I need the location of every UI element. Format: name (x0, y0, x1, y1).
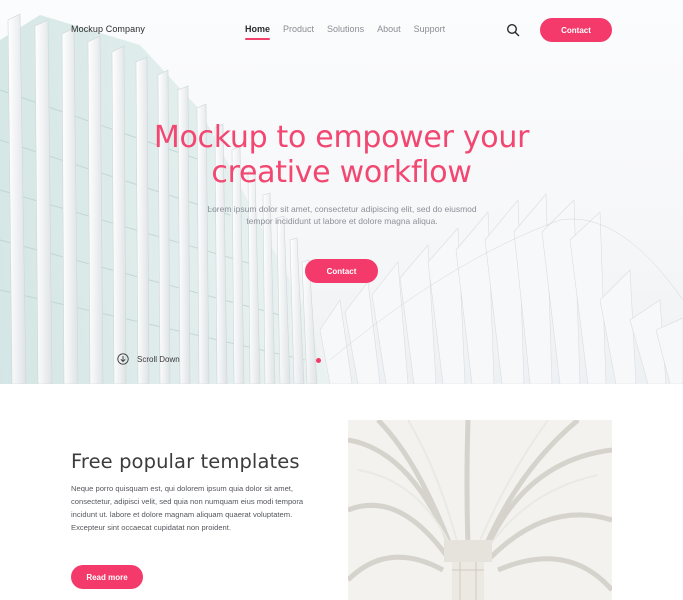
feature-body: Neque porro quisquam est, qui dolorem ip… (71, 484, 304, 532)
nav-item-home[interactable]: Home (245, 24, 271, 40)
nav-item-product[interactable]: Product (283, 24, 314, 40)
nav-contact-button[interactable]: Contact (540, 18, 612, 42)
hero-subline: Lorem ipsum dolor sit amet, consectetur … (207, 204, 477, 226)
scroll-down-label: Scroll Down (137, 354, 180, 364)
top-navigation: Mockup Company Home Product Solutions Ab… (0, 0, 683, 60)
hero-contact-button[interactable]: Contact (305, 259, 378, 283)
nav-item-support[interactable]: Support (414, 24, 446, 40)
nav-item-solutions[interactable]: Solutions (327, 24, 364, 40)
read-more-button[interactable]: Read more (71, 565, 143, 589)
scroll-down-link[interactable]: Scroll Down (117, 353, 180, 365)
slide-indicator-dot[interactable] (316, 358, 321, 363)
brand-logo[interactable]: Mockup Company (71, 24, 145, 34)
nav-item-about[interactable]: About (377, 24, 401, 40)
hero-section: Mockup Company Home Product Solutions Ab… (0, 0, 683, 384)
cathedral-vault-image (348, 420, 612, 600)
feature-title: Free popular templates (71, 450, 300, 473)
main-menu: Home Product Solutions About Support (245, 24, 458, 40)
hero-headline: Mockup to empower your creative workflow (153, 120, 530, 190)
search-icon[interactable] (506, 23, 520, 37)
arrow-down-circle-icon (117, 353, 129, 365)
cathedral-vault-illustration (348, 420, 612, 600)
